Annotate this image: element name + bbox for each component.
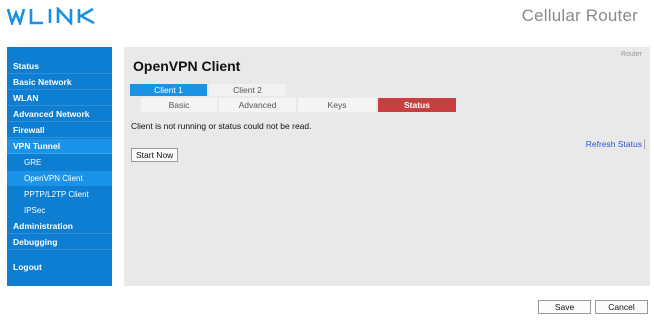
refresh-status-link[interactable]: Refresh Status bbox=[586, 139, 645, 149]
wlink-logo bbox=[7, 7, 111, 25]
sidebar-item-firewall[interactable]: Firewall bbox=[7, 123, 112, 138]
tab-status[interactable]: Status bbox=[378, 98, 456, 112]
page-title: OpenVPN Client bbox=[133, 58, 241, 74]
cancel-button[interactable]: Cancel bbox=[595, 300, 648, 314]
tab-keys[interactable]: Keys bbox=[298, 98, 376, 112]
tab-advanced[interactable]: Advanced bbox=[219, 98, 296, 112]
sidebar-item-administration[interactable]: Administration bbox=[7, 219, 112, 234]
sidebar-subitem-pptp-l2tp-client[interactable]: PPTP/L2TP Client bbox=[7, 187, 112, 202]
breadcrumb: Router bbox=[620, 51, 642, 58]
sidebar-subitem-gre[interactable]: GRE bbox=[7, 155, 112, 170]
main-panel: Router OpenVPN Client Client 1 Client 2 … bbox=[124, 47, 650, 286]
sidebar-item-debugging[interactable]: Debugging bbox=[7, 235, 112, 250]
start-now-button[interactable]: Start Now bbox=[131, 148, 179, 162]
app-title: Cellular Router bbox=[521, 6, 638, 25]
status-message: Client is not running or status could no… bbox=[131, 121, 312, 131]
sidebar-item-status[interactable]: Status bbox=[7, 59, 112, 74]
sidebar-subitem-openvpn-client[interactable]: OpenVPN Client bbox=[7, 171, 112, 186]
sidebar-item-advanced-network[interactable]: Advanced Network bbox=[7, 107, 112, 122]
wlink-logo-graphic bbox=[7, 7, 95, 25]
tab-basic[interactable]: Basic bbox=[141, 98, 217, 112]
sidebar-item-vpn-tunnel[interactable]: VPN Tunnel bbox=[7, 139, 112, 154]
tab-client-1[interactable]: Client 1 bbox=[130, 84, 207, 96]
sidebar-subitem-ipsec[interactable]: IPSec bbox=[7, 203, 112, 218]
tab-client-2[interactable]: Client 2 bbox=[209, 84, 286, 96]
sidebar-item-basic-network[interactable]: Basic Network bbox=[7, 75, 112, 90]
sidebar-item-logout[interactable]: Logout bbox=[7, 260, 112, 275]
sidebar-item-wlan[interactable]: WLAN bbox=[7, 91, 112, 106]
save-button[interactable]: Save bbox=[538, 300, 591, 314]
sidebar-nav: Status Basic Network WLAN Advanced Netwo… bbox=[7, 47, 112, 286]
